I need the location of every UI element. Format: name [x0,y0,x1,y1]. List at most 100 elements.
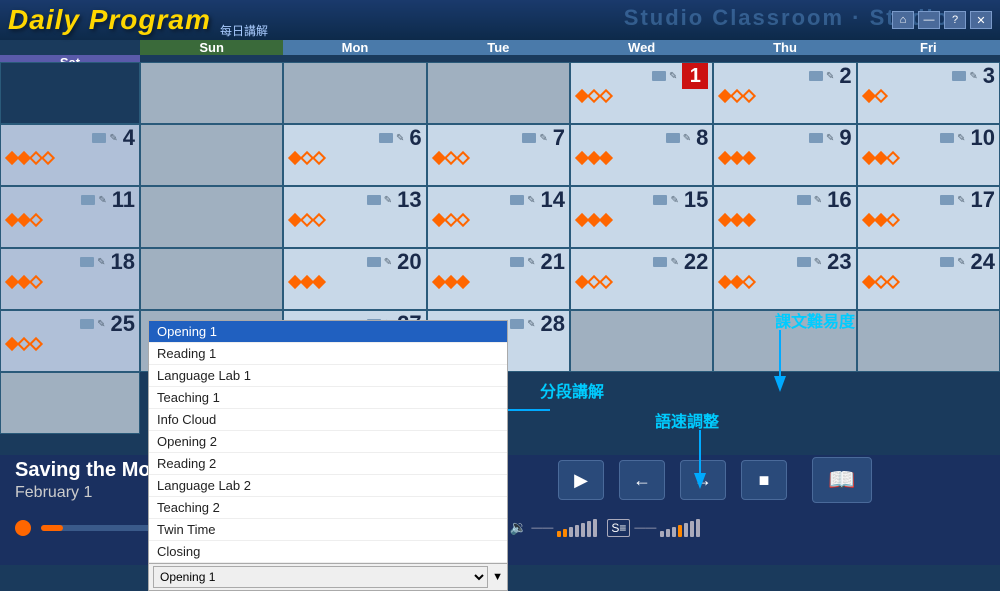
cell-pen-icon-3-3: ✎ [670,257,678,268]
cell-mini-icon-2-1 [367,195,381,205]
header-thu: Thu [713,40,856,55]
dropdown-item-9[interactable]: Twin Time [149,519,507,541]
cell-diamonds-w3d1 [288,273,421,287]
cal-cell-w1d1[interactable]: ✎6 [283,124,426,186]
cal-cell-w0d0[interactable] [140,62,283,124]
diamond-3-2-2 [456,275,470,289]
dropdown-item-2[interactable]: Language Lab 1 [149,365,507,387]
volume-control[interactable]: 🔉 —— [510,519,597,537]
cell-mini-icon-2-6 [80,257,94,267]
dropdown-select[interactable]: Opening 1 [153,566,488,588]
home-button[interactable]: ⌂ [892,11,914,29]
diamond-2-3-2 [599,213,613,227]
cal-cell-w0d5[interactable]: ✎3 [857,62,1000,124]
cal-cell-w0d4[interactable]: ✎2 [713,62,856,124]
dropdown-item-1[interactable]: Reading 1 [149,343,507,365]
date-num-1-6: 11 [112,189,135,211]
cal-cell-w0d6[interactable]: ✎4 [0,124,140,186]
forward-button[interactable]: → [680,460,726,500]
cal-cell-w2d5[interactable]: ✎17 [857,186,1000,248]
cell-mini-icon-3-5 [940,257,954,267]
vol-dot-6 [587,521,591,537]
cell-row1-w1d3: ✎8 [575,127,708,149]
back-button[interactable]: ← [619,460,665,500]
cell-pen-icon-0-6: ✎ [109,133,117,144]
close-button[interactable]: ✕ [970,11,992,29]
cell-row1-w0d3: ✎1 [575,65,708,87]
cell-mini-icon-0-4 [809,71,823,81]
cell-mini-icon-3-2 [510,257,524,267]
cal-cell-w3d1[interactable]: ✎20 [283,248,426,310]
app-header: Daily Program 每日講解 Studio Classroom · St… [0,0,1000,40]
cell-mini-icon-0-5 [952,71,966,81]
cal-cell-w1d4[interactable]: ✎9 [713,124,856,186]
cal-cell-w3d6[interactable]: ✎25 [0,310,140,372]
cal-cell-w1d2[interactable]: ✎7 [427,124,570,186]
cell-diamonds-w2d4 [718,211,851,225]
date-num-1-5: 10 [971,127,995,149]
date-num-0-6: 4 [123,127,135,149]
cell-pen-icon-2-2: ✎ [527,195,535,206]
cell-pen-icon-3-1: ✎ [384,257,392,268]
cal-cell-w3d0[interactable] [140,248,283,310]
cal-cell-w4d4[interactable] [713,310,856,372]
cell-mini-icon-4-2 [510,319,524,329]
header-spacer [0,40,140,55]
transport-controls: ▶ ← → ■ 📖 [430,457,1000,503]
diamond-0-4-2 [742,89,756,103]
cal-cell-w1d0[interactable] [140,124,283,186]
cal-cell-w3d5[interactable]: ✎24 [857,248,1000,310]
cell-row1-w2d1: ✎13 [288,189,421,211]
cal-cell-w1d6[interactable]: ✎11 [0,186,140,248]
cell-row1-w1d1: ✎6 [288,127,421,149]
dropdown-item-0[interactable]: Opening 1 [149,321,507,343]
cal-cell-w4d3[interactable] [570,310,713,372]
diamond-1-2-2 [456,151,470,165]
dropdown-item-4[interactable]: Info Cloud [149,409,507,431]
cell-mini-icon-0-6 [92,133,106,143]
cal-cell-w2d3[interactable]: ✎15 [570,186,713,248]
cal-cell-w2d1[interactable]: ✎13 [283,186,426,248]
date-num-3-3: 22 [684,251,708,273]
book-button[interactable]: 📖 [812,457,872,503]
cell-mini-icon-3-6 [80,319,94,329]
cell-mini-icon-0-3 [652,71,666,81]
cal-cell-w2d2[interactable]: ✎14 [427,186,570,248]
cal-cell-w3d4[interactable]: ✎23 [713,248,856,310]
cal-cell-w0d3[interactable]: ✎1 [570,62,713,124]
diamond-0-6-3 [41,151,55,165]
cal-cell-w2d4[interactable]: ✎16 [713,186,856,248]
dropdown-item-3[interactable]: Teaching 1 [149,387,507,409]
cal-cell-w0d1[interactable] [283,62,426,124]
dropdown-item-10[interactable]: Closing [149,541,507,563]
cell-diamonds-w3d2 [432,273,565,287]
cal-cell-w4d5[interactable] [857,310,1000,372]
date-num-0-5: 3 [983,65,995,87]
stop-button[interactable]: ■ [741,460,787,500]
cell-diamonds-w1d2 [432,149,565,163]
cell-diamonds-w2d5 [862,211,995,225]
cal-cell-w0d2[interactable] [427,62,570,124]
cell-row1-w1d2: ✎7 [432,127,565,149]
cal-cell-w3d2[interactable]: ✎21 [427,248,570,310]
play-button[interactable]: ▶ [558,460,604,500]
date-num-3-5: 24 [971,251,995,273]
cal-cell-w1d5[interactable]: ✎10 [857,124,1000,186]
cal-cell-w2d6[interactable]: ✎18 [0,248,140,310]
cal-cell-w1d3[interactable]: ✎8 [570,124,713,186]
date-num-1-3: 8 [696,127,708,149]
diamond-3-6-2 [29,337,43,351]
cell-row1-w2d3: ✎15 [575,189,708,211]
dropdown-item-6[interactable]: Reading 2 [149,453,507,475]
vol-dot-3 [569,527,573,537]
speed-control[interactable]: S≡ —— [607,519,700,537]
dropdown-item-8[interactable]: Teaching 2 [149,497,507,519]
header-sun: Sun [140,40,283,55]
cal-cell-w3d3[interactable]: ✎ 22 [570,248,713,310]
minimize-button[interactable]: — [918,11,940,29]
cal-cell-w2d0[interactable] [140,186,283,248]
dropdown-item-7[interactable]: Language Lab 2 [149,475,507,497]
help-button[interactable]: ? [944,11,966,29]
dropdown-item-5[interactable]: Opening 2 [149,431,507,453]
cal-cell-w4d6[interactable] [0,372,140,434]
